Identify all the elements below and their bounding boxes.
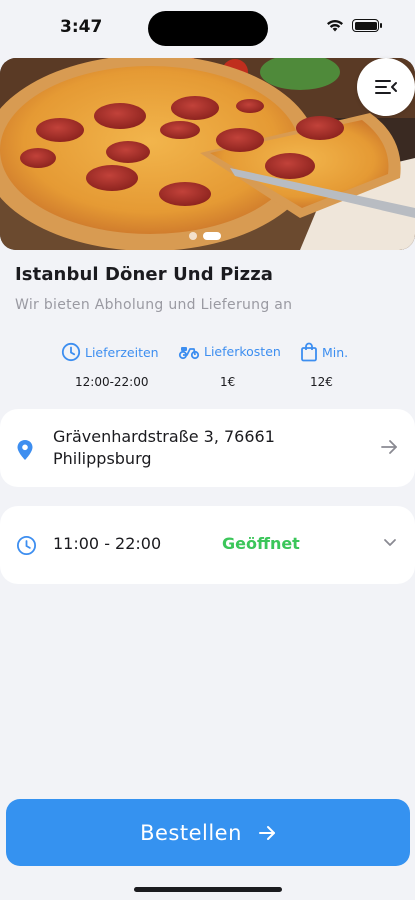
status-bar: 3:47: [0, 0, 415, 56]
address-card[interactable]: Grävenhardstraße 3, 76661 Philippsburg: [0, 409, 415, 487]
order-button-label: Bestellen: [140, 820, 242, 845]
location-pin-icon: [17, 440, 33, 460]
carousel-dot[interactable]: [189, 232, 197, 240]
opening-hours-card[interactable]: 11:00 - 22:00 Geöffnet: [0, 506, 415, 584]
stat-delivery-times: Lieferzeiten: [61, 342, 159, 362]
dynamic-island: [148, 11, 268, 46]
stat-delivery-cost: Lieferkosten: [178, 342, 281, 360]
stat-min-order: Min.: [300, 342, 348, 362]
restaurant-name: Istanbul Döner Und Pizza: [15, 264, 274, 285]
opening-hours: 11:00 - 22:00: [53, 534, 162, 553]
stat-label: Lieferkosten: [204, 343, 281, 359]
battery-icon: [352, 19, 382, 32]
status-icons: [326, 19, 382, 32]
order-button[interactable]: Bestellen: [6, 799, 410, 866]
hero-image[interactable]: [0, 58, 415, 250]
home-indicator[interactable]: [134, 887, 282, 892]
bag-icon: [301, 342, 317, 362]
stat-value: 1€: [220, 375, 236, 389]
carousel-dot-active[interactable]: [203, 232, 221, 240]
clock-icon: [16, 535, 37, 556]
address-line1: Grävenhardstraße 3, 76661: [53, 427, 275, 446]
chevron-down-icon[interactable]: [383, 538, 397, 548]
clock-icon: [61, 342, 81, 362]
address-line2: Philippsburg: [53, 449, 152, 468]
stat-value: 12€: [310, 375, 333, 389]
delivery-stats: Lieferzeiten 12:00-22:00 Lieferkosten 1€…: [55, 342, 365, 392]
menu-collapse-icon: [375, 80, 397, 94]
carousel-indicator[interactable]: [189, 232, 221, 240]
arrow-right-icon[interactable]: [380, 439, 398, 455]
status-time: 3:47: [60, 17, 103, 37]
open-status-badge: Geöffnet: [222, 534, 300, 553]
wifi-icon: [327, 19, 343, 32]
address-text: Grävenhardstraße 3, 76661 Philippsburg: [53, 426, 313, 470]
menu-button[interactable]: [357, 58, 415, 116]
stat-label: Min.: [322, 344, 349, 360]
scooter-icon: [178, 347, 200, 360]
arrow-right-icon: [258, 825, 275, 840]
stat-value: 12:00-22:00: [75, 375, 149, 389]
stat-label: Lieferzeiten: [85, 344, 159, 360]
restaurant-tagline: Wir bieten Abholung und Lieferung an: [15, 297, 293, 313]
pizza-photo: [0, 58, 415, 250]
